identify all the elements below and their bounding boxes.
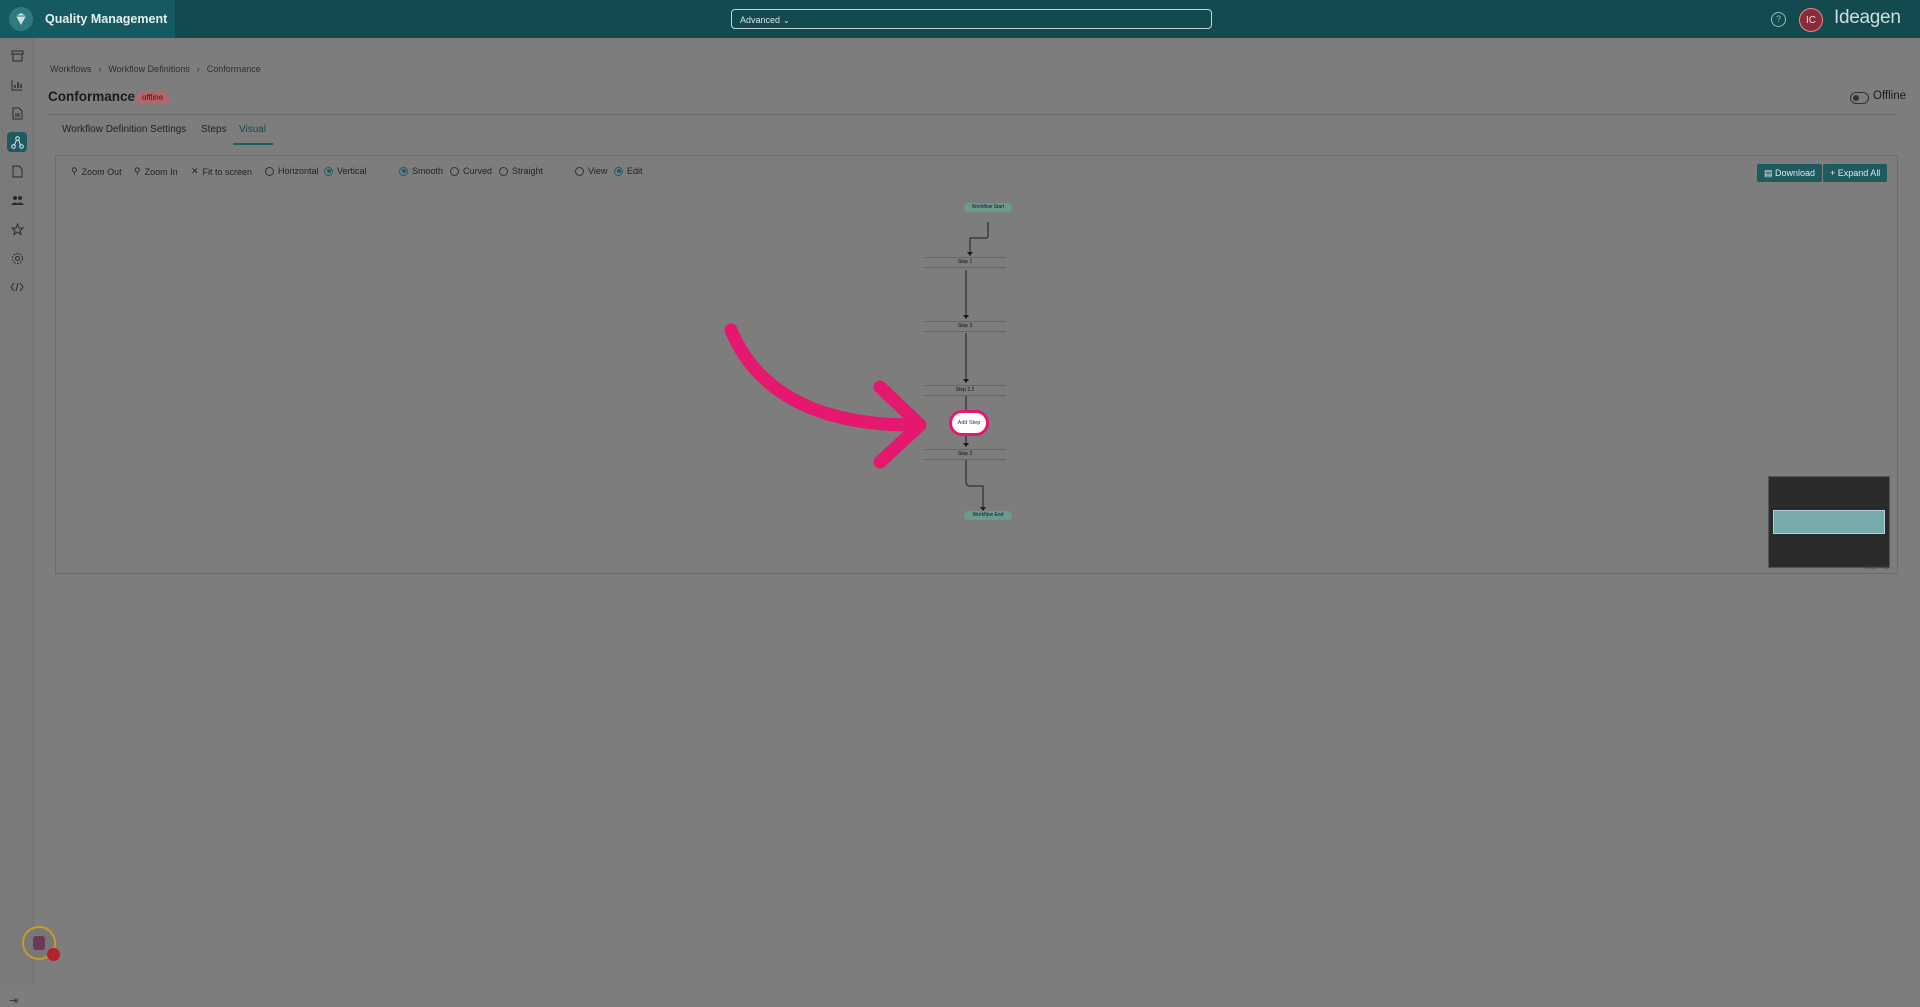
document-icon[interactable] [7, 103, 27, 123]
brand[interactable]: Quality Management [0, 0, 175, 38]
offline-toggle-label: Offline [1873, 90, 1907, 102]
zoom-out-label: Zoom Out [81, 166, 122, 177]
zoom-out-button[interactable]: ⚲ Zoom Out [71, 166, 122, 177]
page-title: Conformance [48, 89, 136, 104]
radio-circle [399, 166, 408, 176]
breadcrumb: Workflows › Workflow Definitions › Conforman… [50, 64, 268, 74]
help-widget-icon [33, 936, 45, 950]
radio-vertical-label: Vertical [337, 166, 367, 176]
radio-smooth[interactable]: Smooth [399, 166, 443, 176]
code-icon[interactable] [7, 277, 27, 297]
breadcrumb-item-workflows[interactable]: Workflows [50, 64, 91, 74]
zoom-out-icon: ⚲ [71, 166, 78, 176]
step-node-label: Step 2.2 [955, 387, 975, 393]
add-step-button[interactable]: Add Step [949, 410, 989, 436]
radio-straight[interactable]: Straight [499, 166, 543, 176]
step-node[interactable]: Step 2.2 [924, 385, 1006, 396]
zoom-in-button[interactable]: ⚲ Zoom In [134, 166, 178, 177]
fit-to-screen-button[interactable]: ✕ Fit to screen [191, 166, 252, 177]
radio-circle [575, 166, 584, 176]
step-node[interactable]: Step 3 [924, 321, 1006, 332]
workflow-icon[interactable] [7, 132, 27, 152]
step-node-label: Step 2 [957, 451, 973, 457]
zoom-in-label: Zoom In [144, 166, 178, 177]
radio-circle [324, 166, 333, 176]
download-icon: ▤ [1764, 168, 1773, 178]
radio-circle [450, 166, 459, 176]
radio-smooth-label: Smooth [412, 166, 444, 176]
radio-straight-label: Straight [512, 166, 544, 176]
sidebar: ⇥ [0, 38, 34, 1007]
plus-icon: + [1830, 168, 1836, 178]
fit-screen-icon: ✕ [191, 166, 199, 176]
archive-icon[interactable] [7, 46, 27, 66]
app-logo-icon [9, 7, 33, 31]
step-node[interactable]: Step 2 [924, 449, 1006, 460]
offline-toggle[interactable] [1850, 92, 1869, 104]
users-icon[interactable] [7, 190, 27, 210]
radio-horizontal[interactable]: Horizontal [265, 166, 319, 176]
zoom-in-icon: ⚲ [134, 166, 141, 176]
search-mode-label: Advanced [740, 15, 781, 25]
notification-dot [47, 948, 60, 961]
radio-curved-label: Curved [463, 166, 493, 176]
minimap-viewport[interactable] [1773, 510, 1885, 534]
workflow-start-node[interactable]: Workflow Start [964, 203, 1012, 212]
radio-circle [499, 166, 508, 176]
step-node-label: Step 3 [957, 323, 973, 329]
expand-icon[interactable]: ⇥ [9, 994, 18, 1007]
radio-horizontal-label: Horizontal [278, 166, 319, 176]
radio-vertical[interactable]: Vertical [324, 166, 367, 176]
gear-icon[interactable] [7, 248, 27, 268]
step-node-label: Step 1 [957, 259, 973, 265]
radio-circle [265, 166, 274, 176]
search-mode-select[interactable]: Advanced ⌄ [731, 9, 1212, 29]
active-tab-indicator [233, 143, 273, 145]
breadcrumb-item-workflow-definitions[interactable]: Workflow Definitions [108, 64, 189, 74]
chevron-right-icon: › [98, 64, 102, 74]
minimap[interactable] [1768, 476, 1890, 568]
app-title: Quality Management [45, 12, 168, 26]
star-icon[interactable] [7, 219, 27, 239]
download-label: Download [1775, 168, 1816, 178]
avatar[interactable]: IC [1799, 8, 1823, 32]
bar-chart-icon[interactable] [7, 75, 27, 95]
tab-workflow-definition-settings[interactable]: Workflow Definition Settings [62, 124, 186, 135]
fit-to-screen-label: Fit to screen [202, 166, 253, 177]
radio-curved[interactable]: Curved [450, 166, 492, 176]
divider [48, 114, 1898, 115]
radio-edit[interactable]: Edit [614, 166, 643, 176]
download-button[interactable]: ▤ Download [1757, 164, 1823, 182]
chevron-down-icon: ⌄ [783, 16, 790, 25]
step-node[interactable]: Step 1 [924, 257, 1006, 268]
top-bar: Quality Management Advanced ⌄ ? IC Ideage… [0, 0, 1920, 38]
help-icon[interactable]: ? [1771, 12, 1786, 27]
expand-all-button[interactable]: + Expand All [1823, 164, 1888, 182]
tab-steps[interactable]: Steps [201, 124, 227, 135]
breadcrumb-item-current: Conformance [206, 64, 261, 74]
radio-view-label: View [588, 166, 608, 176]
status-badge: offline [136, 92, 170, 104]
company-logo: Ideagen [1834, 7, 1901, 28]
radio-view[interactable]: View [575, 166, 607, 176]
tab-visual[interactable]: Visual [239, 124, 266, 135]
workflow-end-node[interactable]: Workflow End [964, 511, 1012, 520]
expand-all-label: Expand All [1837, 168, 1881, 178]
chevron-right-icon: › [196, 64, 200, 74]
help-widget-button[interactable] [22, 926, 60, 961]
radio-edit-label: Edit [627, 166, 643, 176]
radio-circle [614, 166, 623, 176]
react-flow-attribution[interactable]: React Flow [1864, 565, 1889, 571]
file-icon[interactable] [7, 161, 27, 181]
